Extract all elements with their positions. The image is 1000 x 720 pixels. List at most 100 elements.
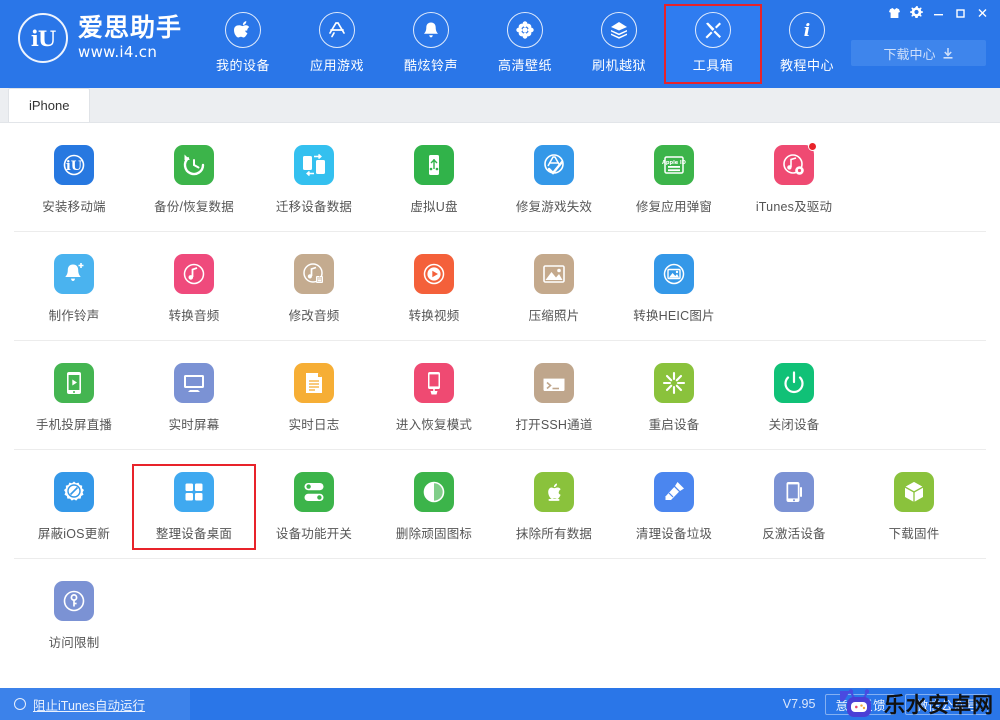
convert-audio-icon — [174, 254, 214, 294]
tool-label: 修复游戏失效 — [515, 200, 593, 214]
tool-make-ringtone[interactable]: 制作铃声 — [14, 248, 134, 330]
feedback-label: 意见反馈 — [835, 698, 886, 713]
migrate-device-icon — [294, 145, 334, 185]
version-label: V7.95 — [782, 697, 816, 711]
access-restriction-icon — [54, 581, 94, 621]
tool-realtime-log[interactable]: 实时日志 — [254, 357, 374, 439]
radio-icon[interactable] — [14, 698, 26, 710]
realtime-log-icon — [294, 363, 334, 403]
brand-text: 爱思助手 www.i4.cn — [78, 16, 182, 60]
tool-compress-photo[interactable]: 压缩照片 — [494, 248, 614, 330]
restart-device-icon — [654, 363, 694, 403]
tool-convert-heic[interactable]: 转换HEIC图片 — [614, 248, 734, 330]
brand-name: 爱思助手 — [78, 14, 183, 42]
i4-app-icon: iU — [54, 145, 94, 185]
tool-convert-audio[interactable]: 转换音频 — [134, 248, 254, 330]
block-itunes-label: 阻止iTunes自动运行 — [33, 698, 146, 713]
main-nav: 我的设备 应用游戏 酷炫铃声 高清壁纸 刷机越狱 工具箱 i 教程中心 — [196, 4, 854, 84]
tool-access-restriction[interactable]: 访问限制 — [14, 575, 134, 657]
svg-text:Apple ID: Apple ID — [662, 160, 686, 166]
nav-item-label: 工具箱 — [692, 58, 734, 73]
nav-item-ringtones[interactable]: 酷炫铃声 — [384, 6, 478, 82]
tool-label: 抹除所有数据 — [515, 527, 593, 541]
tool-clean-device-junk[interactable]: 清理设备垃圾 — [614, 466, 734, 548]
tool-convert-video[interactable]: 转换视频 — [374, 248, 494, 330]
tool-migrate-device-data[interactable]: 迁移设备数据 — [254, 139, 374, 221]
tool-label: 转换HEIC图片 — [633, 309, 715, 323]
box-open-icon — [601, 12, 637, 48]
tool-fix-app-popup[interactable]: Apple ID 修复应用弹窗 — [614, 139, 734, 221]
tool-device-feature-toggle[interactable]: 设备功能开关 — [254, 466, 374, 548]
tool-row: 制作铃声 转换音频 自 修改音频 转换视频 压缩照片 转换HEIC图片 — [14, 232, 986, 341]
tool-restart-device[interactable]: 重启设备 — [614, 357, 734, 439]
tool-install-mobile-client[interactable]: iU 安装移动端 — [14, 139, 134, 221]
block-ios-update-icon — [54, 472, 94, 512]
tool-label: 打开SSH通道 — [515, 418, 593, 432]
settings-gear-icon[interactable] — [906, 4, 926, 21]
tool-itunes-and-drivers[interactable]: iTunes及驱动 — [734, 139, 854, 221]
tool-realtime-screen[interactable]: 实时屏幕 — [134, 357, 254, 439]
nav-item-label: 应用游戏 — [309, 58, 364, 73]
tool-open-ssh-tunnel[interactable]: 打开SSH通道 — [494, 357, 614, 439]
info-icon: i — [789, 12, 825, 48]
tool-row: 手机投屏直播 实时屏幕 实时日志 进入恢复模式 打开SSH通道 重启设备 关闭设… — [14, 341, 986, 450]
make-ringtone-icon — [54, 254, 94, 294]
i4-assistant-window: iU 爱思助手 www.i4.cn 我的设备 应用游戏 酷炫铃声 高清壁纸 刷机… — [0, 0, 1000, 720]
nav-item-apps-games[interactable]: 应用游戏 — [290, 6, 384, 82]
nav-item-my-device[interactable]: 我的设备 — [196, 6, 290, 82]
tool-backup-restore[interactable]: 备份/恢复数据 — [134, 139, 254, 221]
tool-row: iU 安装移动端 备份/恢复数据 迁移设备数据 虚拟U盘 修复游戏失效 Appl… — [14, 123, 986, 232]
tool-download-firmware[interactable]: 下载固件 — [854, 466, 974, 548]
tool-power-off-device[interactable]: 关闭设备 — [734, 357, 854, 439]
tool-label: 修改音频 — [288, 309, 340, 323]
nav-item-tutorials[interactable]: i 教程中心 — [760, 6, 854, 82]
feedback-button[interactable]: 意见反馈 — [825, 693, 896, 715]
nav-item-toolbox[interactable]: 工具箱 — [664, 4, 762, 84]
recovery-mode-icon — [414, 363, 454, 403]
tab-iphone[interactable]: iPhone — [8, 88, 91, 122]
tool-label: 访问限制 — [48, 636, 100, 650]
wechat-label: 微信公众号 — [915, 698, 978, 713]
tool-delete-stubborn-icons[interactable]: 删除顽固图标 — [374, 466, 494, 548]
tool-virtual-usb-drive[interactable]: 虚拟U盘 — [374, 139, 494, 221]
nav-item-label: 我的设备 — [215, 58, 270, 73]
svg-text:自: 自 — [316, 276, 322, 284]
nav-item-flash-jailbreak[interactable]: 刷机越狱 — [572, 6, 666, 82]
tool-label: 设备功能开关 — [275, 527, 353, 541]
convert-heic-icon — [654, 254, 694, 294]
tool-deactivate-device[interactable]: 反激活设备 — [734, 466, 854, 548]
compress-photo-icon — [534, 254, 574, 294]
tool-label: 制作铃声 — [48, 309, 100, 323]
clean-junk-icon — [654, 472, 694, 512]
download-center-button[interactable]: 下载中心 — [851, 40, 986, 66]
tool-fix-game-failure[interactable]: 修复游戏失效 — [494, 139, 614, 221]
skin-icon[interactable] — [884, 4, 904, 21]
brand-url: www.i4.cn — [78, 43, 158, 61]
tool-screen-cast-live[interactable]: 手机投屏直播 — [14, 357, 134, 439]
download-icon — [942, 47, 954, 60]
i4-logo-icon: iU — [18, 13, 68, 63]
tab-label: iPhone — [29, 98, 70, 113]
backup-restore-icon — [174, 145, 214, 185]
status-bar: 阻止iTunes自动运行 V7.95 意见反馈 微信公众号 乐水安卓网 — [0, 688, 1000, 720]
svg-text:iU: iU — [66, 159, 83, 174]
nav-item-label: 高清壁纸 — [497, 58, 552, 73]
deactivate-device-icon — [774, 472, 814, 512]
tool-enter-recovery-mode[interactable]: 进入恢复模式 — [374, 357, 494, 439]
tool-label: 手机投屏直播 — [35, 418, 113, 432]
usb-drive-icon — [414, 145, 454, 185]
tool-label: 压缩照片 — [528, 309, 580, 323]
tool-block-ios-update[interactable]: 屏蔽iOS更新 — [14, 466, 134, 548]
tool-erase-all-data[interactable]: 抹除所有数据 — [494, 466, 614, 548]
footer-actions: V7.95 意见反馈 微信公众号 — [782, 693, 1000, 715]
tool-organize-device-desktop[interactable]: 整理设备桌面 — [132, 464, 256, 550]
nav-item-wallpapers[interactable]: 高清壁纸 — [478, 6, 572, 82]
tool-label: 实时屏幕 — [168, 418, 220, 432]
wechat-button[interactable]: 微信公众号 — [905, 693, 988, 715]
minimize-icon[interactable] — [928, 4, 948, 21]
tool-edit-audio[interactable]: 自 修改音频 — [254, 248, 374, 330]
tool-label: 关闭设备 — [768, 418, 820, 432]
close-icon[interactable] — [972, 4, 992, 21]
maximize-icon[interactable] — [950, 4, 970, 21]
block-itunes-toggle[interactable]: 阻止iTunes自动运行 — [0, 688, 190, 720]
